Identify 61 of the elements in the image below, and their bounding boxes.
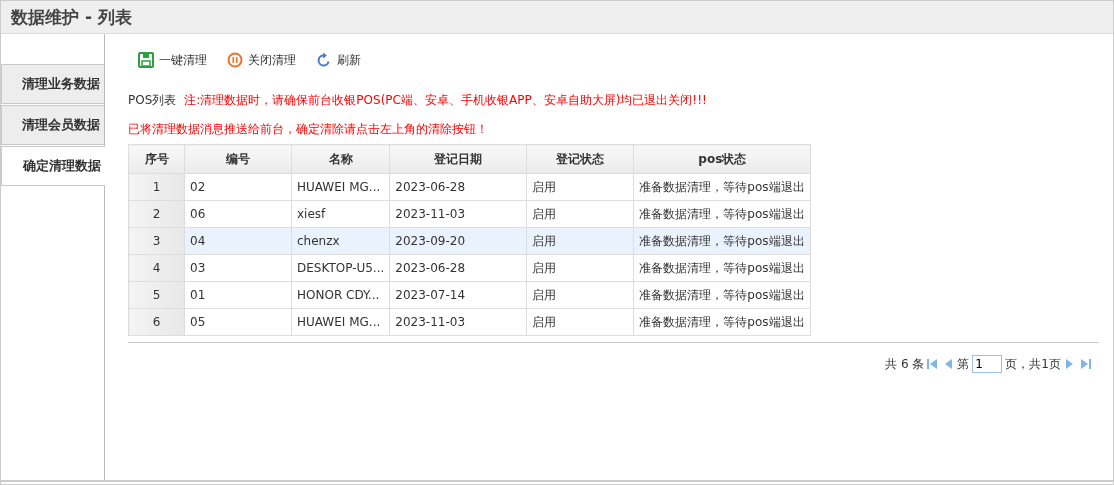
table-cell: 01 [184,281,292,309]
table-cell: HONOR CDY... [291,281,390,309]
table-cell: 启用 [526,254,634,282]
column-header: 序号 [128,144,185,174]
toolbar-button[interactable]: 刷新 [316,51,361,69]
column-header: 登记状态 [526,144,634,174]
table-cell: 05 [184,308,292,336]
table-cell: xiesf [291,200,390,228]
table-cell: 04 [184,227,292,255]
table-cell: 准备数据清理，等待pos端退出 [633,254,811,282]
save-icon [138,52,154,68]
last-page-icon[interactable] [1079,358,1091,370]
page-input[interactable]: 1 [972,355,1003,373]
column-header: 登记日期 [389,144,527,174]
table-cell: HUAWEI MG... [291,308,390,336]
table-cell: 启用 [526,281,634,309]
table-cell: 2023-11-03 [389,308,527,336]
sidebar-tab[interactable]: 确定清理数据 [1,146,105,186]
table-cell: 准备数据清理，等待pos端退出 [633,227,811,255]
table-cell: DESKTOP-U5... [291,254,390,282]
table-cell: HUAWEI MG... [291,173,390,201]
table-cell: 准备数据清理，等待pos端退出 [633,200,811,228]
window-title: 数据维护 - 列表 [1,1,1113,34]
table-cell: 准备数据清理，等待pos端退出 [633,281,811,309]
row-number: 5 [128,281,185,309]
toolbar-button[interactable]: 关闭清理 [227,51,296,69]
column-header: 编号 [184,144,292,174]
table-cell: 03 [184,254,292,282]
sidebar-tab[interactable]: 清理会员数据 [1,105,104,145]
table-cell: 06 [184,200,292,228]
pause-icon [227,52,243,68]
list-label: POS列表 [128,92,177,109]
row-number: 1 [128,173,185,201]
page-label: 第 [957,355,970,373]
column-header: pos状态 [633,144,811,174]
warning-note: 注:清理数据时，请确保前台收银POS(PC端、安卓、手机收银APP、安卓自助大屏)均已退出关闭!!! [184,92,707,109]
row-number: 6 [128,308,185,336]
table-cell: 02 [184,173,292,201]
first-page-icon[interactable] [927,358,940,370]
table-cell: chenzx [291,227,390,255]
table-cell: 启用 [526,173,634,201]
total-count: 共 6 条 [885,355,925,373]
refresh-icon [316,52,332,68]
row-number: 4 [128,254,185,282]
row-number: 2 [128,200,185,228]
table-cell: 启用 [526,227,634,255]
table-cell: 启用 [526,308,634,336]
toolbar-button[interactable]: 一键清理 [138,51,207,69]
table-cell: 启用 [526,200,634,228]
table-cell: 2023-07-14 [389,281,527,309]
page-count: 页，共1页 [1005,355,1061,373]
table-cell: 准备数据清理，等待pos端退出 [633,308,811,336]
table-cell: 2023-06-28 [389,254,527,282]
table-cell: 2023-06-28 [389,173,527,201]
table-cell: 2023-09-20 [389,227,527,255]
column-header: 名称 [291,144,390,174]
row-number: 3 [128,227,185,255]
table-cell: 准备数据清理，等待pos端退出 [633,173,811,201]
sidebar-tab[interactable]: 清理业务数据 [1,64,104,104]
table-cell: 2023-11-03 [389,200,527,228]
warning-note: 已将清理数据消息推送给前台，确定清除请点击左上角的清除按钮！ [128,121,488,138]
